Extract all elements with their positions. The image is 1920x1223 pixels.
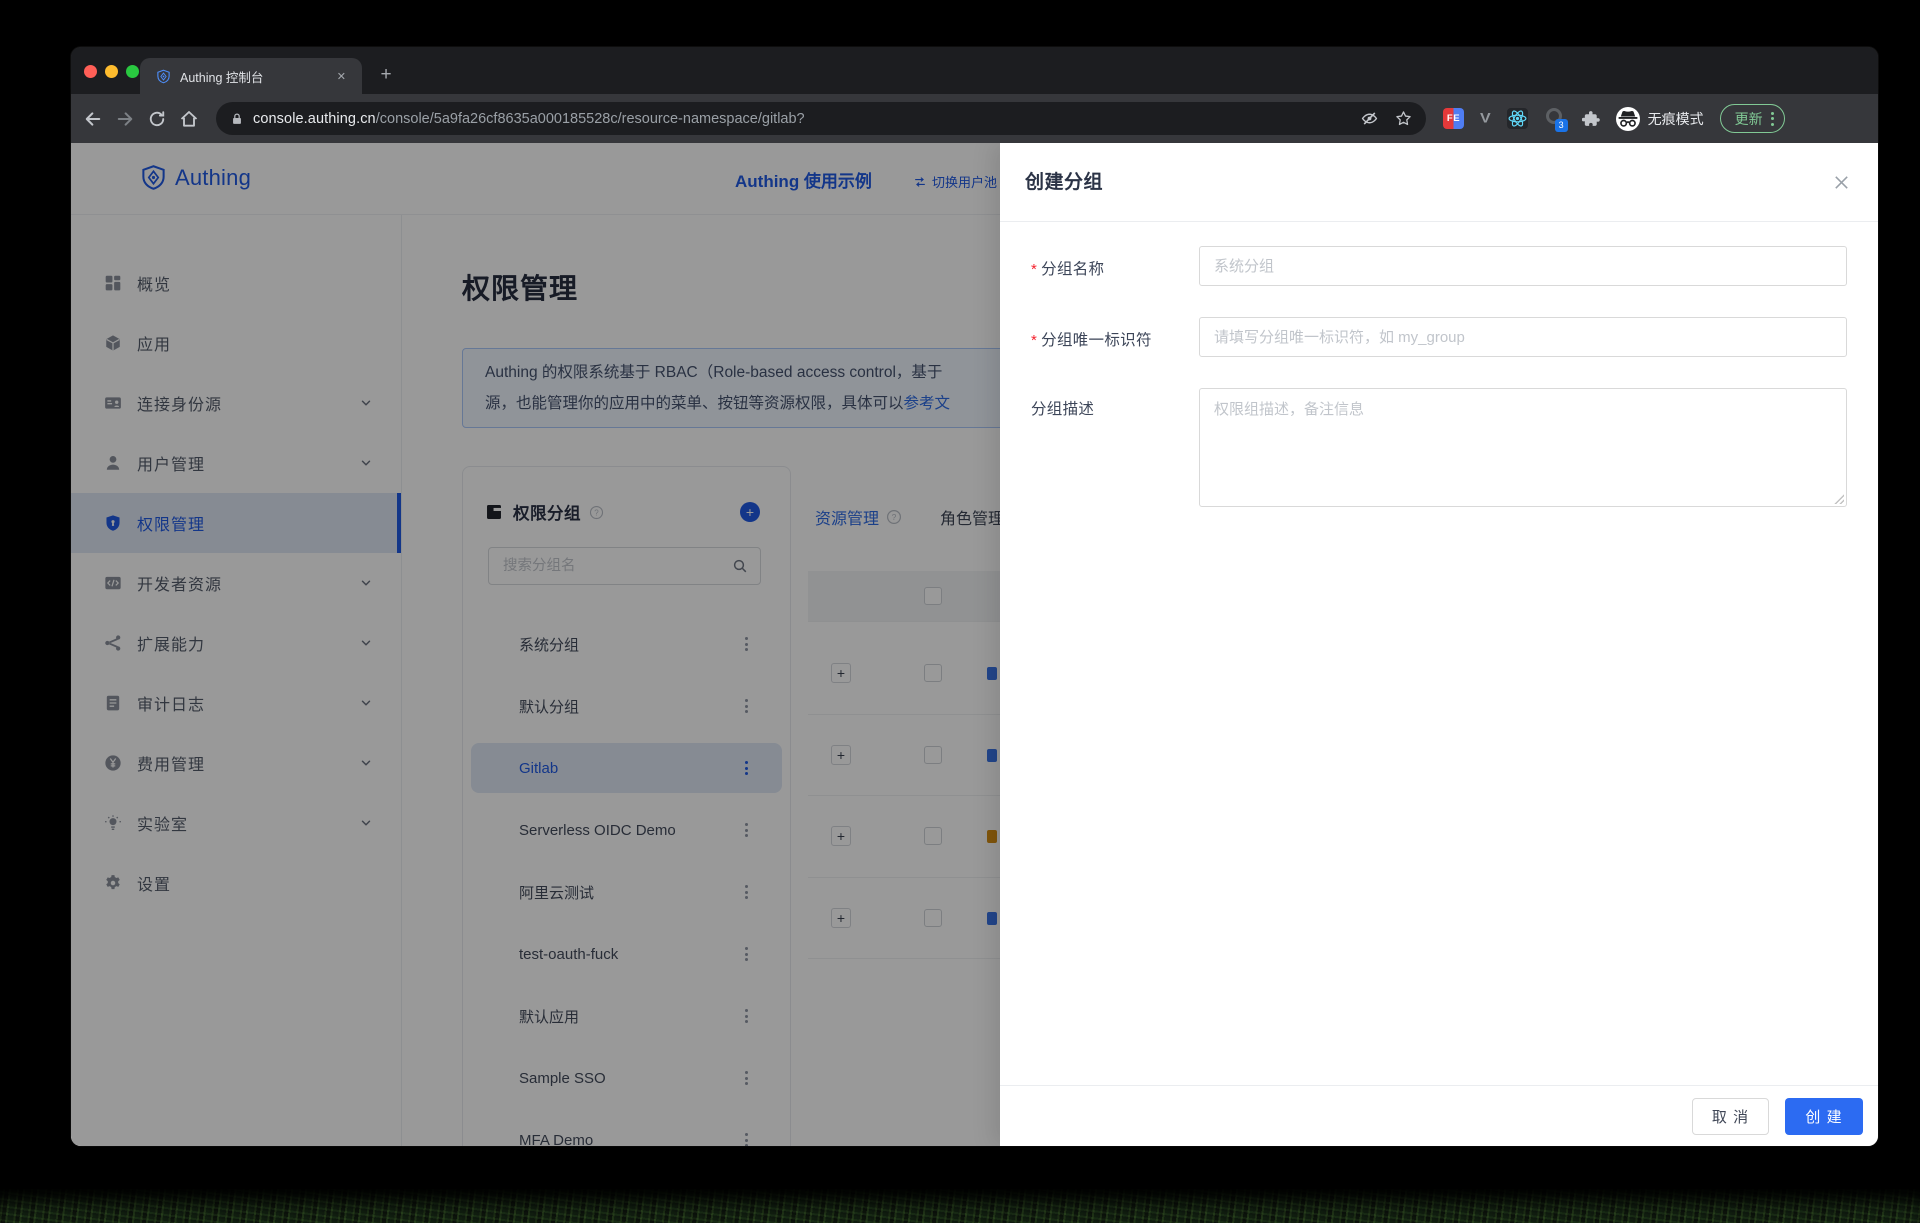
field-label-group-identifier: * 分组唯一标识符 bbox=[1031, 332, 1152, 349]
field-label-group-description: 分组描述 bbox=[1031, 401, 1095, 418]
fe-extension-icon[interactable]: FE bbox=[1443, 108, 1464, 129]
url-path: /console/5a9fa26cf8635a000185528c/resour… bbox=[375, 110, 805, 127]
close-icon[interactable] bbox=[1832, 173, 1851, 192]
lock-icon[interactable] bbox=[230, 112, 244, 126]
minimize-window-button[interactable] bbox=[105, 65, 118, 78]
eye-off-icon[interactable] bbox=[1361, 110, 1378, 127]
group-name-input[interactable] bbox=[1199, 246, 1847, 286]
incognito-icon bbox=[1615, 106, 1640, 131]
browser-toolbar: console.authing.cn /console/5a9fa26cf863… bbox=[71, 94, 1878, 143]
browser-tab[interactable]: Authing 控制台 ✕ bbox=[140, 58, 362, 94]
react-devtools-icon[interactable] bbox=[1506, 108, 1528, 129]
favicon-shield-icon bbox=[156, 69, 171, 84]
extensions-bar: FE V 3 无痕模式 更新 bbox=[1443, 102, 1785, 135]
cancel-button[interactable]: 取 消 bbox=[1692, 1097, 1769, 1135]
required-asterisk: * bbox=[1031, 332, 1038, 349]
drawer-header: 创建分组 bbox=[1000, 143, 1878, 222]
desktop: Authing 控制台 ✕ + console.authing.cn /cons… bbox=[0, 0, 1920, 1223]
tab-title: Authing 控制台 bbox=[180, 70, 264, 85]
reload-icon[interactable] bbox=[147, 109, 167, 129]
bookmark-star-icon[interactable] bbox=[1395, 110, 1412, 127]
chrome-update-button[interactable]: 更新 bbox=[1719, 104, 1785, 133]
back-icon[interactable] bbox=[83, 109, 103, 129]
field-label-group-name: * 分组名称 bbox=[1031, 261, 1105, 278]
drawer-title: 创建分组 bbox=[1025, 172, 1104, 193]
url-host: console.authing.cn bbox=[253, 110, 376, 127]
close-window-button[interactable] bbox=[84, 65, 97, 78]
drawer-footer: 取 消 创 建 bbox=[1000, 1085, 1878, 1146]
tab-close-icon[interactable]: ✕ bbox=[333, 68, 350, 85]
fullscreen-window-button[interactable] bbox=[126, 65, 139, 78]
browser-window: Authing 控制台 ✕ + console.authing.cn /cons… bbox=[71, 47, 1878, 1146]
extension-badge-count: 3 bbox=[1554, 118, 1568, 132]
incognito-indicator: 无痕模式 bbox=[1615, 106, 1704, 131]
page-viewport: Authing Authing 使用示例 切换用户池 概览 应用 连接身份源 用… bbox=[71, 143, 1878, 1146]
extension-badge-icon[interactable]: 3 bbox=[1544, 107, 1568, 132]
update-label: 更新 bbox=[1734, 110, 1763, 127]
forward-icon[interactable] bbox=[115, 109, 135, 129]
create-button[interactable]: 创 建 bbox=[1785, 1097, 1863, 1135]
new-tab-button[interactable]: + bbox=[374, 64, 398, 86]
extensions-puzzle-icon[interactable] bbox=[1581, 110, 1600, 128]
home-icon[interactable] bbox=[179, 109, 199, 129]
desktop-wallpaper-edge bbox=[0, 1189, 1920, 1223]
group-identifier-input[interactable] bbox=[1199, 317, 1847, 357]
required-asterisk: * bbox=[1031, 261, 1038, 278]
incognito-label: 无痕模式 bbox=[1647, 110, 1704, 127]
group-description-textarea[interactable] bbox=[1199, 388, 1847, 507]
vue-devtools-icon[interactable]: V bbox=[1480, 111, 1491, 126]
macos-window-controls[interactable] bbox=[84, 65, 139, 78]
menu-kebab-icon[interactable] bbox=[1770, 111, 1774, 126]
address-bar[interactable]: console.authing.cn /console/5a9fa26cf863… bbox=[216, 102, 1426, 135]
create-group-drawer: 创建分组 *分组名称 *分组唯一标识符 分组描述 取 消 创 建 bbox=[1000, 143, 1878, 1146]
browser-tabstrip: Authing 控制台 ✕ + bbox=[71, 47, 1878, 94]
